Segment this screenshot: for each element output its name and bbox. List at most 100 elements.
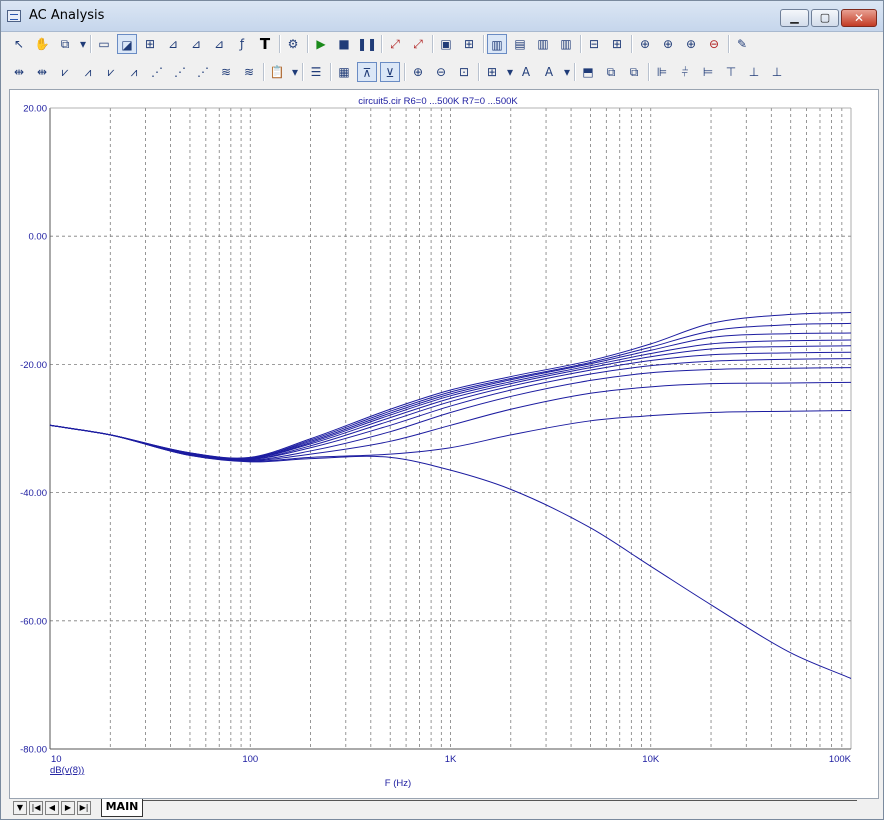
x-tick-label: 1K	[445, 754, 457, 765]
select-arrow-icon[interactable]: ↖	[9, 34, 29, 54]
copy-icon[interactable]: ⧉	[601, 62, 621, 82]
waveform-3-icon[interactable]: ⩗	[55, 62, 75, 82]
toolbar-separator	[302, 63, 304, 81]
tag-icon[interactable]: ⬒	[578, 62, 598, 82]
align-center-icon[interactable]: ⫩	[675, 62, 695, 82]
waveform-8-icon[interactable]: ⋰	[170, 62, 190, 82]
probe2-icon[interactable]: ⤢	[408, 34, 428, 54]
window-icon[interactable]: ▭	[94, 34, 114, 54]
properties-icon[interactable]: ⚙	[283, 34, 303, 54]
stop-icon[interactable]: ■	[334, 34, 354, 54]
y-tick-label: -60.00	[20, 616, 47, 627]
dropdown-arrow-icon[interactable]: ▾	[505, 62, 515, 82]
graph-icon[interactable]: ◪	[117, 34, 137, 54]
waveform-11-icon[interactable]: ≋	[239, 62, 259, 82]
toolbar-separator	[307, 35, 309, 53]
font-color-icon[interactable]: A	[539, 62, 559, 82]
toolbar-separator	[90, 35, 92, 53]
dropdown-arrow-icon[interactable]: ▾	[562, 62, 572, 82]
align-left-icon[interactable]: ⊫	[652, 62, 672, 82]
component-icon[interactable]: ⧉	[55, 34, 75, 54]
align-middle-icon[interactable]: ⊥	[744, 62, 764, 82]
last-sheet-icon[interactable]: ▶|	[77, 801, 91, 815]
waveform-5-icon[interactable]: ⩗	[101, 62, 121, 82]
first-sheet-icon[interactable]: |◀	[29, 801, 43, 815]
series-line-2	[49, 410, 852, 462]
toolbar-separator	[580, 35, 582, 53]
waveform-6-icon[interactable]: ⩘	[124, 62, 144, 82]
ac-analysis-window: AC Analysis ▁ ▢ ✕ ↖ ✋ ⧉ ▾ ▭ ◪ ⊞ ⊿ ⊿ ⊿ ƒ T ⚙ ▶ ■ ❚❚ ⤢ ⤢ ▣ ⊞ ▥…	[0, 0, 884, 820]
graph-edit-icon[interactable]: ⊿	[163, 34, 183, 54]
dropdown-arrow-icon[interactable]: ▾	[290, 62, 300, 82]
prev-sheet-icon[interactable]: ◀	[45, 801, 59, 815]
layout-c-icon[interactable]: ▥	[533, 34, 553, 54]
graph-edit3-icon[interactable]: ⊿	[209, 34, 229, 54]
graph-scale-icon[interactable]: ⊞	[140, 34, 160, 54]
zoom2-icon[interactable]: ⊕	[658, 34, 678, 54]
sheet-tab-main[interactable]: MAIN	[101, 799, 143, 817]
grid-icon[interactable]: ⊞	[459, 34, 479, 54]
waveform-2-icon[interactable]: ⇹	[32, 62, 52, 82]
edit-icon[interactable]: ✎	[732, 34, 752, 54]
date-icon[interactable]: ▦	[334, 62, 354, 82]
list-icon[interactable]: ☰	[306, 62, 326, 82]
next-sheet-icon[interactable]: ▶	[61, 801, 75, 815]
zoom-in-icon[interactable]: ⊕	[408, 62, 428, 82]
layout-d-icon[interactable]: ▥	[556, 34, 576, 54]
waveform-10-icon[interactable]: ≋	[216, 62, 236, 82]
pan-hand-icon[interactable]: ✋	[32, 34, 52, 54]
split-h-icon[interactable]: ⊟	[584, 34, 604, 54]
zoom-icon[interactable]: ⊕	[635, 34, 655, 54]
minimize-button[interactable]: ▁	[780, 9, 809, 27]
text-tool-icon[interactable]: T	[255, 34, 275, 54]
graph-edit2-icon[interactable]: ⊿	[186, 34, 206, 54]
layout-b-icon[interactable]: ▤	[510, 34, 530, 54]
plot-area[interactable]: 20.00 0.00 -20.00 -40.00 -60.00 -80.00 10 100 1K…	[9, 89, 879, 799]
dropdown-arrow-icon[interactable]: ▾	[78, 34, 88, 54]
plot-grid	[49, 107, 852, 750]
dropdown-arrow-icon[interactable]: ▼	[13, 801, 27, 815]
waveform-1-icon[interactable]: ⇹	[9, 62, 29, 82]
main-toolbar: ↖ ✋ ⧉ ▾ ▭ ◪ ⊞ ⊿ ⊿ ⊿ ƒ T ⚙ ▶ ■ ❚❚ ⤢ ⤢ ▣ ⊞ ▥ ▤ ▥ ▥ ⊟ ⊞ ⊕ ⊕ ⊕ ⊖ ✎	[5, 32, 879, 57]
maximize-icon: ▢	[819, 11, 831, 24]
run-icon[interactable]: ▶	[311, 34, 331, 54]
waveform-4-icon[interactable]: ⩘	[78, 62, 98, 82]
align-top-icon[interactable]: ⊤	[721, 62, 741, 82]
chart-title: circuit5.cir R6=0 ...500K R7=0 ...500K	[358, 96, 518, 107]
align-bottom-icon[interactable]: ⊥	[767, 62, 787, 82]
table-icon[interactable]: ⊞	[482, 62, 502, 82]
waveform-9-icon[interactable]: ⋰	[193, 62, 213, 82]
y-axis-label[interactable]: dB(v(8))	[50, 765, 84, 776]
x-tick-label: 10	[51, 754, 62, 765]
layout-a-icon[interactable]: ▥	[487, 34, 507, 54]
toolbar-separator	[648, 63, 650, 81]
paste-icon[interactable]: 📋	[267, 62, 287, 82]
maximize-button[interactable]: ▢	[811, 9, 839, 27]
zoom3-icon[interactable]: ⊕	[681, 34, 701, 54]
waveform-7-icon[interactable]: ⋰	[147, 62, 167, 82]
pause-icon[interactable]: ❚❚	[357, 34, 377, 54]
zoom-fit-icon[interactable]: ⊡	[454, 62, 474, 82]
close-button[interactable]: ✕	[841, 9, 877, 27]
font-icon[interactable]: A	[516, 62, 536, 82]
window-title: AC Analysis	[29, 8, 105, 23]
title-bar[interactable]: AC Analysis ▁ ▢ ✕	[1, 1, 883, 32]
toolbar-separator	[728, 35, 730, 53]
function-icon[interactable]: ƒ	[232, 34, 252, 54]
align-right-icon[interactable]: ⊨	[698, 62, 718, 82]
format-toolbar: ⇹ ⇹ ⩗ ⩘ ⩗ ⩘ ⋰ ⋰ ⋰ ≋ ≋ 📋 ▾ ☰ ▦ ⊼ ⊻ ⊕ ⊖ ⊡ ⊞ ▾ A A ▾ ⬒ ⧉ ⧉ ⊫ ⫩ ⊨ ⊤ ⊥ ⊥	[5, 60, 879, 85]
probe-icon[interactable]: ⤢	[385, 34, 405, 54]
plot-labels: 20.00 0.00 -20.00 -40.00 -60.00 -80.00 10 100 1K…	[20, 104, 852, 766]
x-tick-label: 100K	[829, 754, 852, 765]
ac-analysis-chart[interactable]: 20.00 0.00 -20.00 -40.00 -60.00 -80.00 10 100 1K…	[10, 90, 878, 798]
toolbar-separator	[631, 35, 633, 53]
app-icon	[7, 10, 21, 22]
y-tick-label: -40.00	[20, 488, 47, 499]
fit2-icon[interactable]: ⊻	[380, 62, 400, 82]
split-v-icon[interactable]: ⊞	[607, 34, 627, 54]
stop-sign-icon[interactable]: ⊖	[704, 34, 724, 54]
fit-icon[interactable]: ⊼	[357, 62, 377, 82]
copy2-icon[interactable]: ⧉	[624, 62, 644, 82]
frame-icon[interactable]: ▣	[436, 34, 456, 54]
zoom-out-icon[interactable]: ⊖	[431, 62, 451, 82]
